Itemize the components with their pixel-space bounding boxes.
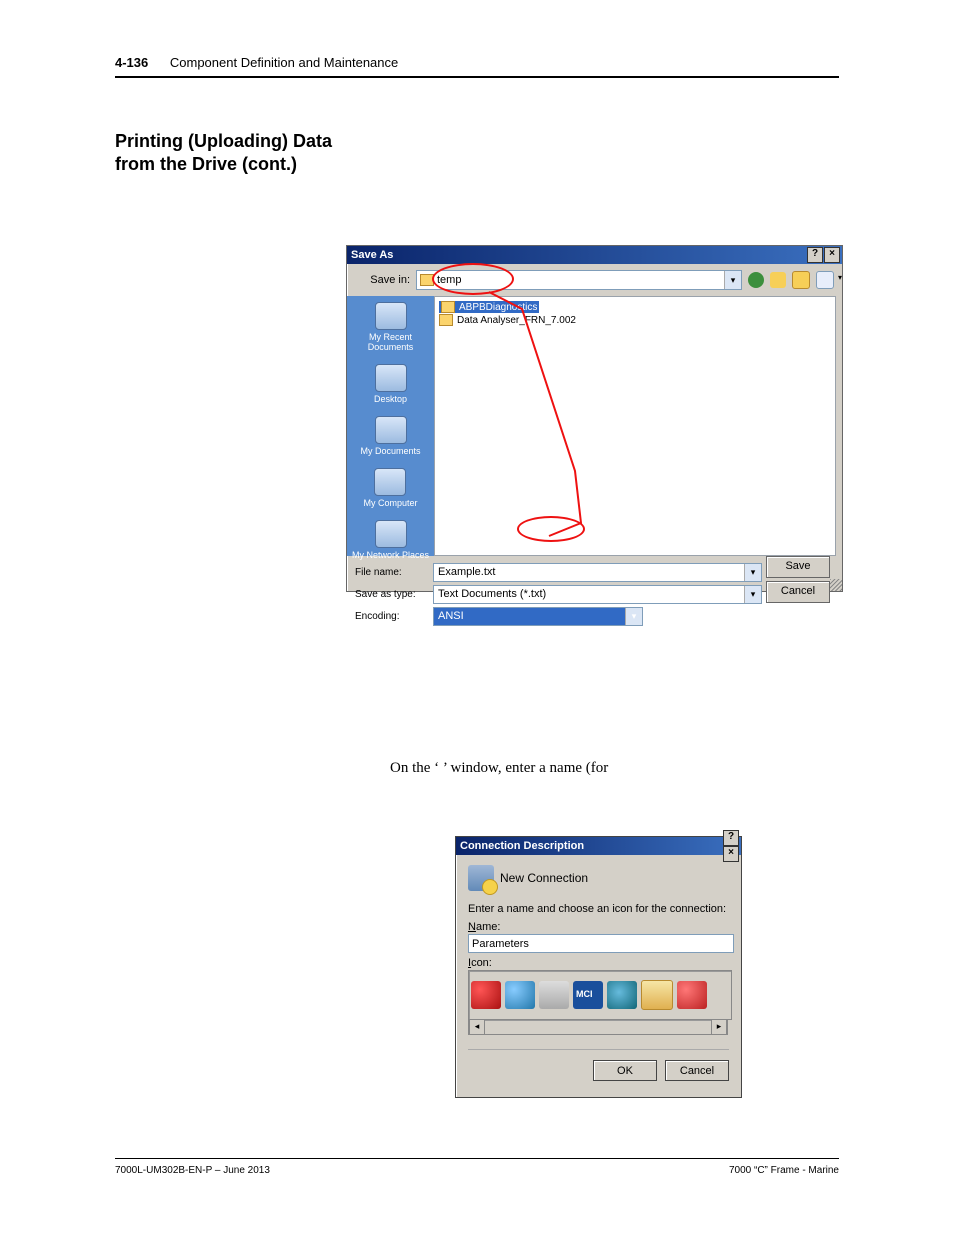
new-connection-icon <box>468 865 494 891</box>
chapter-title: Component Definition and Maintenance <box>170 55 398 70</box>
icon-label: Icon: <box>468 957 729 969</box>
body-text: On the ‘ ’ window, enter a name (for <box>390 760 850 777</box>
recent-documents-icon <box>375 302 407 330</box>
views-icon[interactable] <box>816 271 834 289</box>
footer-left: 7000L-UM302B-EN-P – June 2013 <box>115 1165 270 1176</box>
connection-icon-option[interactable] <box>539 981 569 1009</box>
section-title: Printing (Uploading) Data from the Drive… <box>115 130 335 177</box>
new-folder-icon[interactable] <box>792 271 810 289</box>
icon-selector[interactable] <box>468 970 732 1020</box>
connection-icon-option[interactable] <box>471 981 501 1009</box>
connection-icon-option[interactable] <box>505 981 535 1009</box>
annotation-oval <box>432 263 514 295</box>
save-in-label: Save in: <box>355 274 410 286</box>
place-mydocs[interactable]: My Documents <box>360 416 420 456</box>
close-button[interactable]: × <box>723 846 739 862</box>
folder-icon <box>441 301 455 313</box>
filename-input[interactable]: Example.txt <box>433 563 762 582</box>
network-places-icon <box>375 520 407 548</box>
my-computer-icon <box>374 468 406 496</box>
conn-titlebar: Connection Description ? × <box>456 837 741 855</box>
conn-prompt: Enter a name and choose an icon for the … <box>468 903 729 915</box>
cancel-button[interactable]: Cancel <box>665 1060 729 1081</box>
help-button[interactable]: ? <box>723 830 739 846</box>
ok-button[interactable]: OK <box>593 1060 657 1081</box>
connection-icon-option[interactable] <box>641 980 673 1010</box>
up-one-level-icon[interactable] <box>770 272 786 288</box>
resize-grip-icon[interactable] <box>830 579 842 591</box>
filename-label: File name: <box>355 567 425 578</box>
my-documents-icon <box>375 416 407 444</box>
page-footer: 7000L-UM302B-EN-P – June 2013 7000 “C” F… <box>115 1158 839 1176</box>
conn-heading: New Connection <box>500 871 588 885</box>
connection-icon-option[interactable] <box>573 981 603 1009</box>
annotation-oval <box>517 516 585 542</box>
place-network[interactable]: My Network Places <box>352 520 429 560</box>
list-item[interactable]: ABPBDiagnostics <box>439 301 539 313</box>
save-as-titlebar: Save As ? × <box>347 246 842 264</box>
chevron-down-icon[interactable]: ▾ <box>724 271 741 289</box>
place-desktop[interactable]: Desktop <box>374 364 407 404</box>
cancel-button[interactable]: Cancel <box>766 581 830 603</box>
save-button[interactable]: Save <box>766 556 830 578</box>
footer-right: 7000 “C” Frame - Marine <box>729 1165 839 1176</box>
saveastype-label: Save as type: <box>355 589 425 600</box>
place-mycomputer[interactable]: My Computer <box>363 468 417 508</box>
close-button[interactable]: × <box>824 247 840 263</box>
folder-icon <box>439 314 453 326</box>
back-icon[interactable] <box>748 272 764 288</box>
save-as-title: Save As <box>351 249 393 261</box>
place-recent[interactable]: My Recent Documents <box>349 302 432 352</box>
name-input[interactable] <box>468 934 734 953</box>
file-list[interactable]: ABPBDiagnostics Data Analyser_FRN_7.002 <box>434 296 836 556</box>
conn-title: Connection Description <box>460 840 584 852</box>
help-button[interactable]: ? <box>807 247 823 263</box>
saveastype-dropdown[interactable]: Text Documents (*.txt) <box>433 585 762 604</box>
page-header: 4-136 Component Definition and Maintenan… <box>115 55 839 78</box>
name-label: Name: <box>468 921 729 933</box>
page-number: 4-136 <box>115 55 148 70</box>
encoding-dropdown[interactable]: ANSI <box>433 607 643 626</box>
icon-scrollbar[interactable]: ◂ ▸ <box>468 1019 728 1035</box>
scroll-right-icon[interactable]: ▸ <box>711 1020 727 1034</box>
connection-icon-option[interactable] <box>607 981 637 1009</box>
connection-description-dialog: Connection Description ? × New Connectio… <box>455 836 742 1098</box>
save-as-dialog: Save As ? × Save in: temp ▾ My Recent Do… <box>346 245 843 592</box>
places-bar: My Recent Documents Desktop My Documents… <box>347 296 434 556</box>
scroll-left-icon[interactable]: ◂ <box>469 1020 485 1034</box>
connection-icon-option[interactable] <box>677 981 707 1009</box>
encoding-label: Encoding: <box>355 611 425 622</box>
desktop-icon <box>375 364 407 392</box>
list-item[interactable]: Data Analyser_FRN_7.002 <box>439 313 576 327</box>
